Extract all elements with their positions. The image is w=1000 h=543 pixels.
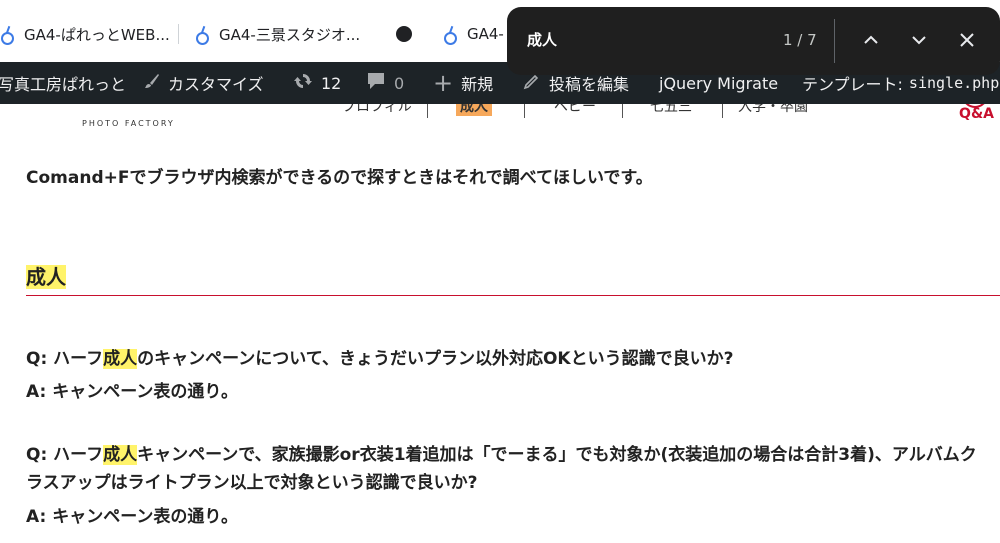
search-highlight: 成人	[26, 265, 66, 289]
find-match-count: 1 / 7	[783, 31, 817, 49]
nav-divider	[427, 104, 428, 118]
question-2-line2: ラスアップはライトプラン以上で対象という認識で良いか?	[26, 473, 478, 493]
logo-subtitle: PHOTO FACTORY	[82, 119, 175, 128]
intro-text: Comand+Fでブラウザ内検索ができるので探すときはそれで調べてほしいです。	[26, 168, 653, 188]
nav-qa[interactable]: Q&A	[959, 106, 994, 122]
section-title: 成人	[26, 261, 66, 290]
chevron-down-icon	[912, 36, 926, 45]
tab-ga4-third[interactable]: GA4-	[441, 14, 504, 54]
search-highlight: 成人	[103, 349, 138, 369]
tab-title: GA4-	[467, 25, 504, 43]
nav-divider	[622, 104, 623, 118]
question-1: Q: ハーフ成人のキャンペーンについて、きょうだいプラン以外対応OKという認識で…	[26, 344, 733, 369]
tab-divider	[178, 24, 179, 44]
nav-divider	[524, 104, 525, 118]
comment-icon	[366, 72, 386, 95]
question-text: キャンペーンで、家族撮影or衣装1着追加は「でーまる」でも対象か(衣装追加の場合…	[137, 445, 977, 465]
nav-baby[interactable]: ベビー	[554, 104, 596, 116]
admin-comments[interactable]: 0	[366, 62, 404, 104]
find-in-page-bar: 1 / 7	[507, 7, 1000, 75]
section-divider	[26, 295, 1000, 296]
tab-ga4-palette[interactable]: GA4-ぱれっとWEB...	[0, 14, 170, 54]
find-previous-button[interactable]	[858, 27, 884, 53]
answer-1: A: キャンペーン表の通り。	[26, 382, 238, 402]
admin-site-name[interactable]: 写真工房ぱれっと	[0, 62, 126, 104]
find-close-button[interactable]	[954, 27, 980, 53]
new-label: 新規	[461, 75, 494, 94]
customize-label: カスタマイズ	[168, 75, 264, 94]
question-2: Q: ハーフ成人キャンペーンで、家族撮影or衣装1着追加は「でーまる」でも対象か…	[26, 440, 977, 465]
nav-seijin[interactable]: 成人	[456, 104, 492, 116]
tab-ga4-sankei[interactable]: GA4-三景スタジオ...	[193, 14, 360, 54]
tab-site[interactable]	[396, 14, 422, 54]
admin-new[interactable]: + 新規	[433, 62, 493, 104]
find-next-button[interactable]	[906, 27, 932, 53]
chevron-up-icon	[864, 35, 878, 44]
nav-profile[interactable]: プロフィル	[342, 104, 412, 116]
question-text: のキャンペーンについて、きょうだいプラン以外対応OKという認識で良いか?	[137, 349, 734, 369]
question-prefix: Q: ハーフ	[26, 349, 104, 369]
site-header: PHOTO FACTORY プロフィル 成人 ベビー 七五三 入学・卒園 Q&A	[0, 104, 1000, 132]
site-name-label: 写真工房ぱれっと	[0, 75, 127, 94]
template-file: single.php	[908, 74, 1000, 92]
analytics-icon	[0, 26, 14, 45]
find-input[interactable]	[527, 30, 767, 48]
brush-icon	[144, 73, 160, 94]
nav-shichigosan[interactable]: 七五三	[650, 104, 692, 116]
updates-count: 12	[321, 73, 342, 93]
find-divider	[834, 19, 835, 63]
tab-title: GA4-三景スタジオ...	[219, 25, 361, 44]
comments-count: 0	[394, 73, 405, 93]
question-prefix: Q: ハーフ	[26, 445, 104, 465]
close-icon	[960, 33, 974, 47]
admin-customize[interactable]: カスタマイズ	[144, 62, 264, 104]
admin-updates[interactable]: 12	[293, 62, 341, 104]
nav-school[interactable]: 入学・卒園	[738, 104, 808, 116]
tab-title: GA4-ぱれっとWEB...	[24, 25, 170, 44]
plus-icon: +	[433, 69, 454, 97]
site-globe-icon	[396, 26, 412, 42]
jquery-label: jQuery Migrate	[659, 73, 779, 93]
search-highlight: 成人	[103, 445, 138, 465]
analytics-icon	[441, 26, 457, 45]
updates-icon	[293, 71, 313, 96]
answer-2: A: キャンペーン表の通り。	[26, 507, 238, 527]
nav-divider	[722, 104, 723, 118]
analytics-icon	[193, 26, 209, 45]
